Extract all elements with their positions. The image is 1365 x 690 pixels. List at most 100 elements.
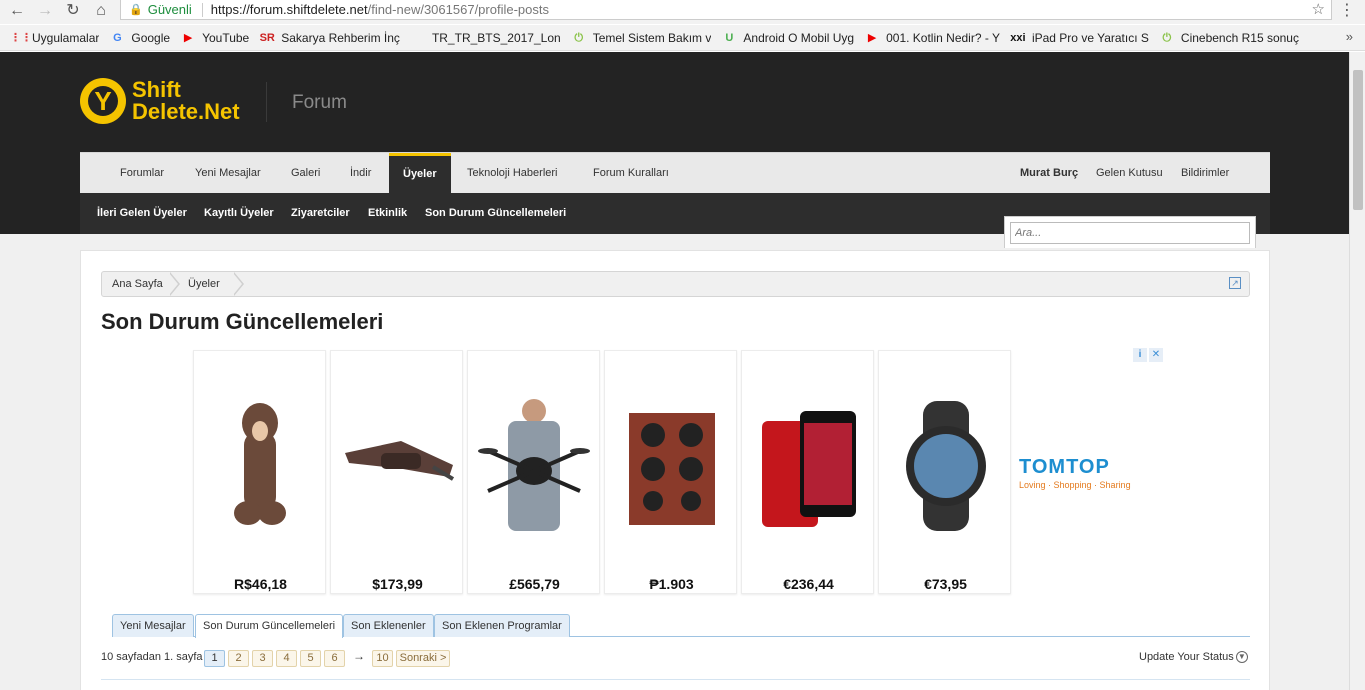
tomtop-brand-panel[interactable]: TOMTOP Loving · Shopping · Sharing	[1013, 350, 1159, 594]
reload-icon[interactable]: ↻	[62, 1, 84, 21]
bookmark-item[interactable]: TR_TR_BTS_2017_Lon	[410, 31, 561, 45]
nav-indir[interactable]: İndir	[350, 153, 371, 194]
bookmarks-overflow-icon[interactable]: »	[1346, 29, 1353, 44]
page-link-4[interactable]: 4	[276, 650, 297, 667]
page-title: Son Durum Güncellemeleri	[101, 309, 384, 334]
drone-product-image	[478, 399, 590, 531]
bookmark-label: Uygulamalar	[32, 30, 100, 45]
ad-product-card[interactable]: ₱1.903	[604, 350, 737, 594]
ad-product-price: €73,95	[924, 576, 967, 592]
site-header: Y Shift Delete.Net Forum Forumlar Yeni M…	[0, 52, 1349, 234]
header-divider	[266, 82, 267, 122]
main-content: Ana Sayfa Üyeler ↗ Son Durum Güncellemel…	[80, 250, 1270, 690]
youtube-icon: ▶	[183, 31, 193, 44]
phone-product-image	[762, 411, 856, 527]
u-icon: U	[725, 31, 734, 44]
costume-product-image	[234, 403, 286, 525]
tab-yeni-mesajlar[interactable]: Yeni Mesajlar	[112, 614, 194, 637]
bookmark-item[interactable]: G Google	[109, 31, 170, 45]
search-box	[1004, 216, 1256, 248]
subnav-etkinlik[interactable]: Etkinlik	[368, 193, 407, 234]
bookmark-item[interactable]: SR Sakarya Rehberim İnç	[259, 31, 400, 45]
scrollbar-thumb[interactable]	[1353, 70, 1363, 210]
lock-icon: 🔒	[129, 4, 143, 16]
nav-galeri[interactable]: Galeri	[291, 153, 320, 194]
bookmark-label: Temel Sistem Bakım v	[592, 30, 712, 45]
page-link-3[interactable]: 3	[252, 650, 273, 667]
crumb-ana-sayfa[interactable]: Ana Sayfa	[112, 272, 163, 296]
bookmark-item[interactable]: ▶ 001. Kotlin Nedir? - Y	[864, 31, 1000, 45]
bookmark-item[interactable]: U Android O Mobil Uyg	[721, 31, 854, 45]
bookmark-label: Cinebench R15 sonuç	[1180, 30, 1299, 45]
url-omnibox[interactable]: 🔒 Güvenli https://forum.shiftdelete.net /…	[120, 0, 1332, 20]
update-status-toggle[interactable]: Update Your Status ▼	[1139, 651, 1248, 663]
nav-teknoloji-haberleri[interactable]: Teknoloji Haberleri	[467, 153, 558, 194]
main-navigation: Forumlar Yeni Mesajlar Galeri İndir Üyel…	[80, 152, 1270, 194]
tab-son-eklenenler[interactable]: Son Eklenenler	[343, 614, 434, 637]
glasses-product-image	[345, 441, 454, 481]
bookmark-label: TR_TR_BTS_2017_Lon	[431, 30, 561, 45]
nav-gelen-kutusu[interactable]: Gelen Kutusu	[1096, 153, 1163, 194]
advertisement-banner[interactable]: R$46,18 $173,99 £565,79 ₱1.903 €236,44 €…	[193, 348, 1163, 596]
pager-info: 10 sayfadan 1. sayfa	[101, 651, 203, 663]
page-link-2[interactable]: 2	[228, 650, 249, 667]
logo-line2: Delete.Net	[132, 99, 240, 124]
page-link-1[interactable]: 1	[204, 650, 225, 667]
subnav-ziyaretciler[interactable]: Ziyaretciler	[291, 193, 350, 234]
pager-ellipsis-arrow: →	[353, 649, 365, 663]
home-icon[interactable]: ⌂	[90, 1, 112, 21]
tomtop-logo: TOMTOP	[1019, 456, 1110, 478]
nav-bildirimler[interactable]: Bildirimler	[1181, 153, 1229, 194]
tab-son-eklenen-programlar[interactable]: Son Eklenen Programlar	[434, 614, 570, 637]
bookmark-item[interactable]: ▶ YouTube	[180, 31, 249, 45]
google-icon: G	[113, 31, 122, 44]
address-bar-row: ← → ↻ ⌂ 🔒 Güvenli https://forum.shiftdel…	[0, 0, 1365, 24]
page-viewport: Y Shift Delete.Net Forum Forumlar Yeni M…	[0, 52, 1349, 690]
tab-son-durum[interactable]: Son Durum Güncellemeleri	[195, 614, 344, 638]
bookmark-item[interactable]: ⋮⋮ Uygulamalar	[10, 31, 99, 45]
page-link-5[interactable]: 5	[300, 650, 321, 667]
crumb-uyeler[interactable]: Üyeler	[188, 272, 220, 296]
next-page-link[interactable]: Sonraki >	[396, 650, 450, 667]
subnav-ileri-gelen-uyeler[interactable]: İleri Gelen Üyeler	[97, 193, 187, 234]
bookmark-item[interactable]: ⏻ Cinebench R15 sonuç	[1159, 31, 1299, 45]
ad-product-card[interactable]: R$46,18	[193, 350, 326, 594]
bookmark-label: Sakarya Rehberim İnç	[281, 30, 400, 45]
logo-mark-icon: Y	[80, 78, 126, 124]
nav-forum-kurallari[interactable]: Forum Kuralları	[593, 153, 669, 194]
browser-menu-icon[interactable]: ⋮	[1339, 0, 1355, 20]
bookmark-item[interactable]: xxi iPad Pro ve Yaratıcı S	[1010, 31, 1149, 45]
search-input[interactable]	[1010, 222, 1250, 244]
back-arrow-icon[interactable]: ←	[6, 1, 28, 21]
page-link-6[interactable]: 6	[324, 650, 345, 667]
page-scrollbar[interactable]	[1349, 52, 1365, 690]
ad-product-card[interactable]: €236,44	[741, 350, 874, 594]
ad-product-card[interactable]: £565,79	[467, 350, 600, 594]
crumb-separator	[233, 272, 244, 296]
bookmark-star-icon[interactable]: ☆	[1312, 0, 1325, 18]
ad-product-card[interactable]: $173,99	[330, 350, 463, 594]
sr-icon: SR	[259, 31, 275, 44]
bookmark-item[interactable]: ⏻ Temel Sistem Bakım v	[571, 30, 712, 45]
external-link-icon[interactable]: ↗	[1229, 277, 1241, 289]
activity-tabs: Yeni Mesajlar Son Durum Güncellemeleri S…	[112, 614, 1250, 638]
bookmark-label: iPad Pro ve Yaratıcı S	[1031, 30, 1149, 45]
page-link-last[interactable]: 10	[372, 650, 393, 667]
ad-product-price: ₱1.903	[649, 576, 694, 592]
nav-uyeler[interactable]: Üyeler	[389, 153, 451, 194]
ad-product-card[interactable]: €73,95	[878, 350, 1011, 594]
ad-info-icon[interactable]: i	[1133, 348, 1147, 362]
browser-chrome: ← → ↻ ⌂ 🔒 Güvenli https://forum.shiftdel…	[0, 0, 1365, 52]
update-status-label: Update Your Status	[1139, 651, 1234, 663]
subnav-kayitli-uyeler[interactable]: Kayıtlı Üyeler	[204, 193, 274, 234]
ad-close-icon[interactable]: ✕	[1149, 348, 1163, 362]
subnav-son-durum[interactable]: Son Durum Güncellemeleri	[425, 193, 566, 234]
nav-yeni-mesajlar[interactable]: Yeni Mesajlar	[195, 153, 261, 194]
youtube-icon: ▶	[867, 31, 877, 44]
site-logo[interactable]: Y Shift Delete.Net	[80, 76, 250, 126]
crumb-separator	[169, 272, 180, 296]
forward-arrow-icon[interactable]: →	[34, 1, 56, 21]
apple-icon	[410, 31, 426, 45]
nav-forumlar[interactable]: Forumlar	[120, 153, 164, 194]
nav-user-name[interactable]: Murat Burç	[1020, 153, 1078, 194]
